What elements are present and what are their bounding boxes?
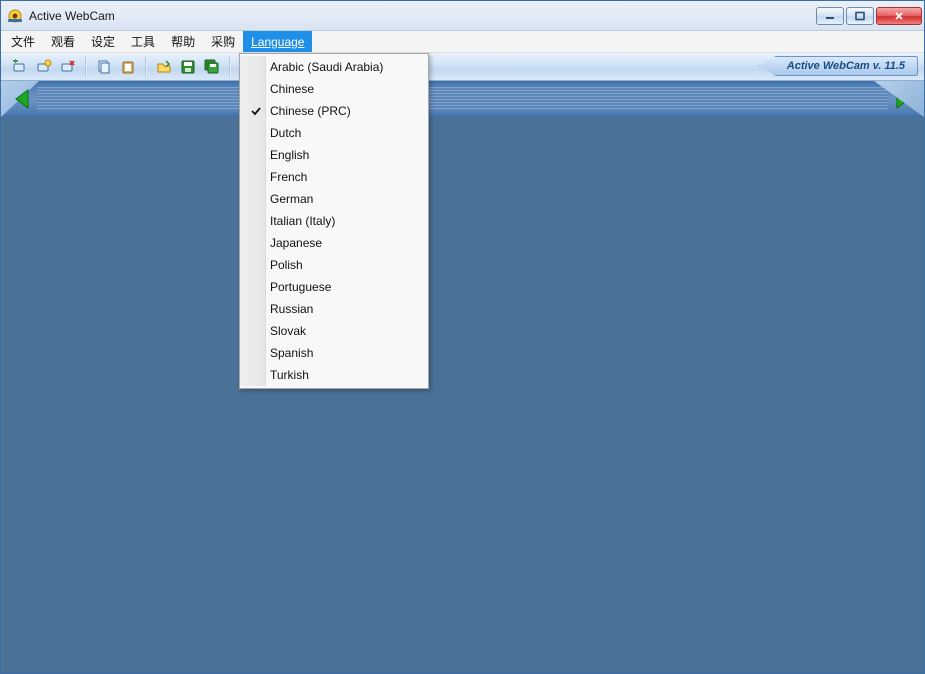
prev-camera-button[interactable]	[7, 84, 37, 114]
close-button[interactable]	[876, 7, 922, 25]
tool-camera-delete-icon[interactable]	[57, 56, 79, 78]
language-option-english[interactable]: English	[242, 144, 426, 166]
language-option-slovak[interactable]: Slovak	[242, 320, 426, 342]
language-option-portuguese[interactable]: Portuguese	[242, 276, 426, 298]
tool-save-icon[interactable]	[177, 56, 199, 78]
menu-language[interactable]: Language	[243, 31, 312, 52]
tool-new-camera-icon[interactable]	[9, 56, 31, 78]
menu-purchase[interactable]: 采购	[203, 31, 243, 52]
language-option-chinese-prc[interactable]: Chinese (PRC)	[242, 100, 426, 122]
toolbar-separator	[145, 57, 147, 77]
language-option-italian[interactable]: Italian (Italy)	[242, 210, 426, 232]
language-option-french[interactable]: French	[242, 166, 426, 188]
language-option-russian[interactable]: Russian	[242, 298, 426, 320]
window-controls	[816, 7, 922, 25]
language-option-turkish[interactable]: Turkish	[242, 364, 426, 386]
toolbar-separator	[85, 57, 87, 77]
camera-viewport	[1, 117, 924, 673]
tool-open-icon[interactable]	[153, 56, 175, 78]
menu-view[interactable]: 观看	[43, 31, 83, 52]
camera-nav-strip	[1, 81, 924, 117]
language-option-spanish[interactable]: Spanish	[242, 342, 426, 364]
language-dropdown: Arabic (Saudi Arabia) Chinese Chinese (P…	[239, 53, 429, 389]
tool-camera-settings-icon[interactable]	[33, 56, 55, 78]
toolbar: Active WebCam v. 11.5	[1, 53, 924, 81]
window-title: Active WebCam	[29, 9, 816, 23]
menubar: 文件 观看 设定 工具 帮助 采购 Language	[1, 31, 924, 53]
maximize-button[interactable]	[846, 7, 874, 25]
tool-save-all-icon[interactable]	[201, 56, 223, 78]
language-option-arabic[interactable]: Arabic (Saudi Arabia)	[242, 56, 426, 78]
language-option-japanese[interactable]: Japanese	[242, 232, 426, 254]
titlebar: Active WebCam	[1, 1, 924, 31]
tool-copy-icon[interactable]	[93, 56, 115, 78]
app-icon	[7, 8, 23, 24]
menu-help[interactable]: 帮助	[163, 31, 203, 52]
tool-paste-icon[interactable]	[117, 56, 139, 78]
toolbar-separator	[229, 57, 231, 77]
language-option-polish[interactable]: Polish	[242, 254, 426, 276]
language-option-dutch[interactable]: Dutch	[242, 122, 426, 144]
language-option-german[interactable]: German	[242, 188, 426, 210]
menu-file[interactable]: 文件	[3, 31, 43, 52]
version-badge: Active WebCam v. 11.5	[758, 56, 918, 76]
checkmark-icon	[249, 104, 263, 118]
menu-tools[interactable]: 工具	[123, 31, 163, 52]
app-window: Active WebCam 文件 观看 设定 工具 帮助 采购 Language	[0, 0, 925, 674]
menu-settings[interactable]: 设定	[83, 31, 123, 52]
language-option-chinese[interactable]: Chinese	[242, 78, 426, 100]
minimize-button[interactable]	[816, 7, 844, 25]
